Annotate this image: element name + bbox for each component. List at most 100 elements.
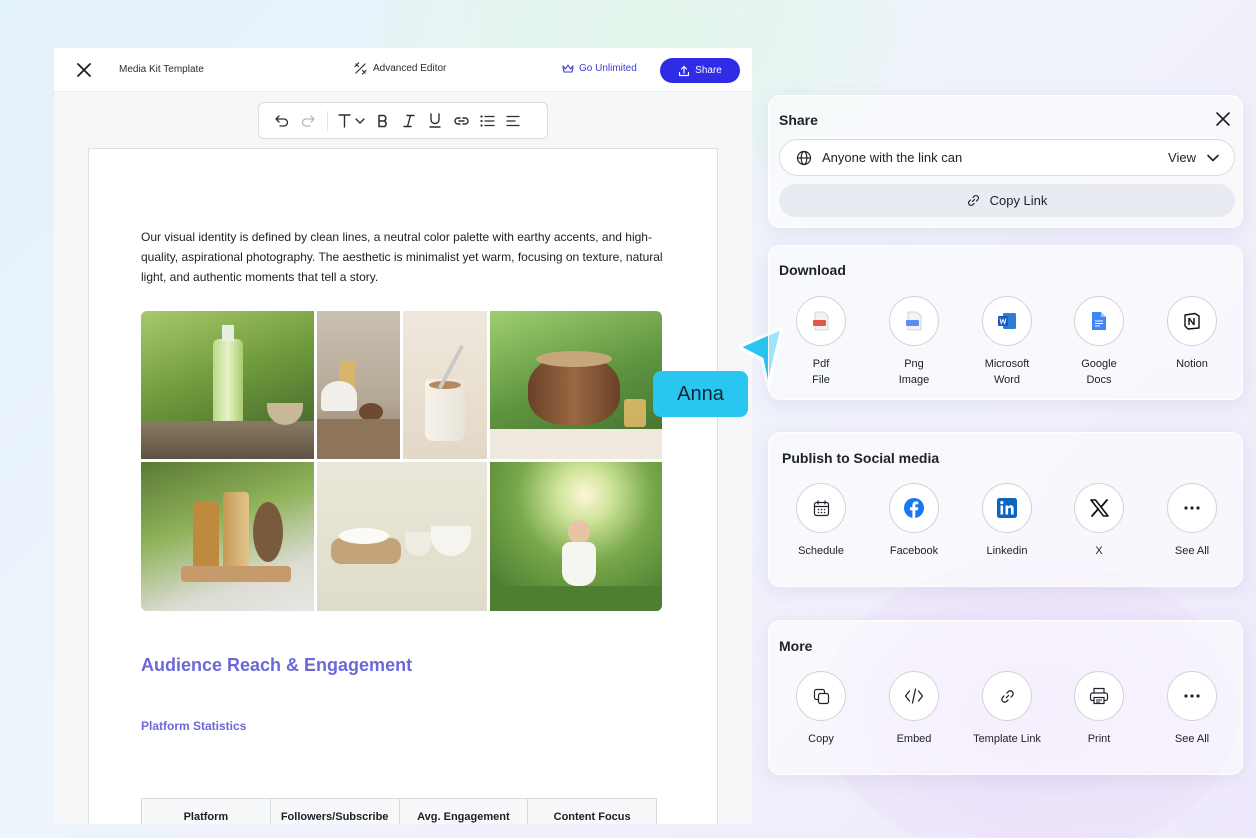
social-options: Schedule Facebook Linkedin X See All xyxy=(769,483,1244,583)
bold-icon xyxy=(378,114,387,127)
photo-child-outdoors[interactable] xyxy=(490,462,662,611)
photo-dropper-oil[interactable] xyxy=(317,311,400,459)
label-line: Microsoft xyxy=(984,358,1030,370)
facebook-icon xyxy=(904,498,924,518)
text-style-button[interactable] xyxy=(334,108,370,134)
more-see-all-circle xyxy=(1167,671,1217,721)
crown-icon xyxy=(562,64,574,73)
download-google-docs-label: Google Docs xyxy=(1081,356,1116,388)
link-icon xyxy=(1000,689,1014,703)
bullet-list-icon xyxy=(479,114,495,127)
download-panel: Download Pdf File Png Image Microsoft Wo… xyxy=(768,245,1243,400)
close-icon[interactable] xyxy=(1214,110,1232,128)
copy-icon xyxy=(813,688,829,704)
section-subheading: Platform Statistics xyxy=(141,719,247,733)
social-see-all-button[interactable]: See All xyxy=(1147,483,1237,559)
embed-button[interactable]: Embed xyxy=(869,671,959,747)
pdf-file-icon xyxy=(813,311,829,331)
copy-button[interactable]: Copy xyxy=(776,671,866,747)
download-notion-button[interactable]: Notion xyxy=(1147,296,1237,372)
download-pdf-circle xyxy=(796,296,846,346)
download-word-button[interactable]: Microsoft Word xyxy=(962,296,1052,388)
download-png-label: Png Image xyxy=(899,356,930,388)
social-see-all-circle xyxy=(1167,483,1217,533)
print-button[interactable]: Print xyxy=(1054,671,1144,747)
more-options: Copy Embed Template Link Print See All xyxy=(769,671,1244,771)
copy-label: Copy xyxy=(808,733,834,745)
download-options: Pdf File Png Image Microsoft Word Google… xyxy=(769,296,1244,396)
more-panel: More Copy Embed Template Link Print See … xyxy=(768,620,1243,775)
photo-ceramic-cup[interactable] xyxy=(403,311,487,459)
template-link-button[interactable]: Template Link xyxy=(962,671,1052,747)
share-button[interactable]: Share xyxy=(660,58,740,83)
social-see-all-label: See All xyxy=(1174,545,1210,557)
toolbar-divider xyxy=(327,110,328,131)
template-link-circle xyxy=(982,671,1032,721)
photo-serum-bottle[interactable] xyxy=(141,311,314,459)
download-google-docs-button[interactable]: Google Docs xyxy=(1054,296,1144,388)
italic-button[interactable] xyxy=(396,108,422,134)
photo-salt-bowls[interactable] xyxy=(317,462,487,611)
photo-amber-bottles[interactable] xyxy=(141,462,314,611)
linkedin-button[interactable]: Linkedin xyxy=(962,483,1052,559)
embed-circle xyxy=(889,671,939,721)
schedule-circle xyxy=(796,483,846,533)
schedule-button[interactable]: Schedule xyxy=(776,483,866,559)
png-file-icon xyxy=(906,311,922,331)
go-unlimited-button[interactable]: Go Unlimited xyxy=(562,63,637,74)
format-toolbar xyxy=(258,102,548,139)
copy-link-button[interactable]: Copy Link xyxy=(779,184,1235,217)
editor-window: Media Kit Template Advanced Editor Go Un… xyxy=(54,48,752,824)
underline-icon xyxy=(429,113,441,128)
copy-link-label: Copy Link xyxy=(989,193,1048,208)
facebook-button[interactable]: Facebook xyxy=(869,483,959,559)
share-panel: Share Anyone with the link can View Copy… xyxy=(768,95,1243,228)
more-see-all-button[interactable]: See All xyxy=(1147,671,1237,747)
align-button[interactable] xyxy=(500,108,526,134)
globe-icon xyxy=(796,150,812,165)
italic-icon xyxy=(403,114,415,127)
document-page[interactable]: Our visual identity is defined by clean … xyxy=(88,148,718,824)
more-dots-icon xyxy=(1184,506,1200,510)
social-panel: Publish to Social media Schedule Faceboo xyxy=(768,432,1243,587)
section-heading: Audience Reach & Engagement xyxy=(141,655,413,675)
share-panel-title: Share xyxy=(779,112,818,128)
download-word-circle xyxy=(982,296,1032,346)
link-button[interactable] xyxy=(448,108,474,134)
advanced-editor-button[interactable]: Advanced Editor xyxy=(354,62,446,75)
more-see-all-label: See All xyxy=(1174,733,1210,745)
x-button[interactable]: X xyxy=(1054,483,1144,559)
table-header-cell: Platform xyxy=(142,799,271,824)
label-line: Pdf xyxy=(812,358,830,370)
schedule-label: Schedule xyxy=(798,545,844,557)
table-header-cell: Avg. Engagement xyxy=(400,799,529,824)
chevron-down-icon xyxy=(1207,154,1219,161)
link-access-dropdown[interactable]: Anyone with the link can View xyxy=(779,139,1235,176)
linkedin-icon xyxy=(997,498,1017,518)
align-left-icon xyxy=(506,115,520,126)
more-dots-icon xyxy=(1184,694,1200,698)
linkedin-label: Linkedin xyxy=(986,545,1028,557)
code-icon xyxy=(904,688,924,704)
link-access-text: Anyone with the link can xyxy=(822,150,963,165)
label-line: Google xyxy=(1081,358,1117,370)
calendar-icon xyxy=(813,499,829,516)
photo-clay-pot[interactable] xyxy=(490,311,662,459)
embed-label: Embed xyxy=(896,733,932,745)
link-icon xyxy=(967,195,979,206)
share-label: Share xyxy=(695,65,722,76)
close-icon[interactable] xyxy=(74,60,94,80)
download-png-button[interactable]: Png Image xyxy=(869,296,959,388)
advanced-editor-label: Advanced Editor xyxy=(373,63,447,74)
redo-button[interactable] xyxy=(295,108,321,134)
bold-button[interactable] xyxy=(370,108,396,134)
bullet-list-button[interactable] xyxy=(474,108,500,134)
print-label: Print xyxy=(1087,733,1111,745)
undo-button[interactable] xyxy=(269,108,295,134)
document-title: Media Kit Template xyxy=(119,64,204,75)
template-link-label: Template Link xyxy=(973,733,1041,745)
download-pdf-button[interactable]: Pdf File xyxy=(776,296,866,388)
microsoft-word-icon xyxy=(998,313,1016,329)
label-line: Docs xyxy=(1086,374,1112,386)
underline-button[interactable] xyxy=(422,108,448,134)
